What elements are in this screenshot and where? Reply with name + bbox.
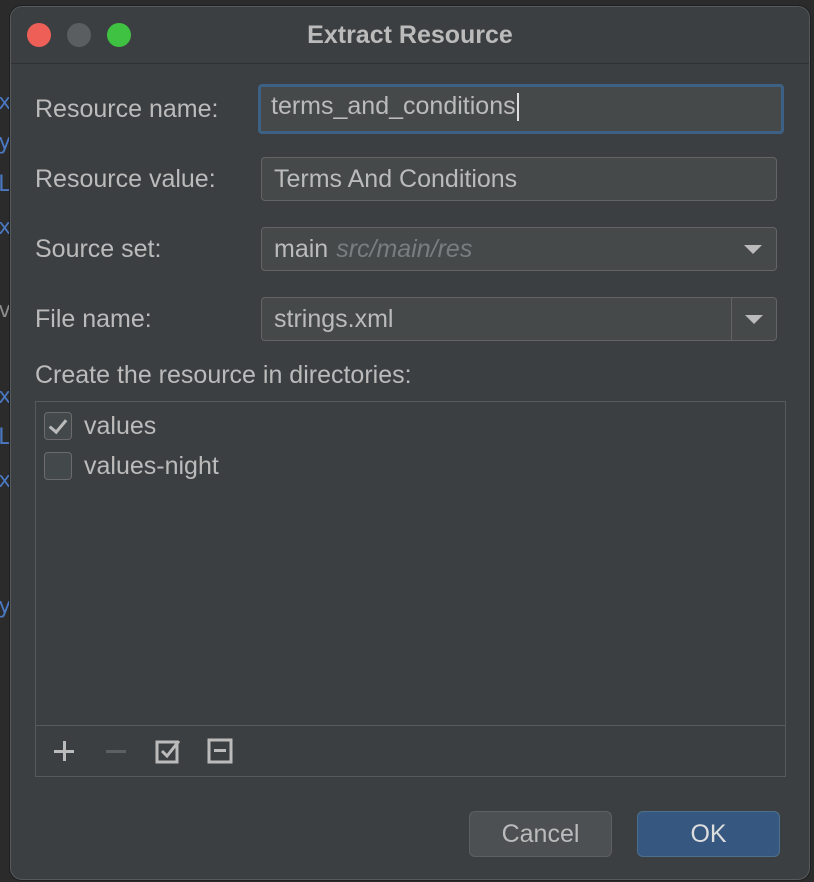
file-name-label: File name: — [35, 305, 152, 333]
resource-value-input[interactable]: Terms And Conditions — [261, 157, 777, 201]
unselect-all-icon[interactable] — [206, 737, 234, 765]
directories-list: values values-night — [35, 401, 786, 777]
resource-name-input[interactable]: terms_and_conditions — [258, 84, 784, 134]
source-set-path-hint: src/main/res — [336, 235, 473, 263]
values-night-checkbox[interactable] — [44, 452, 72, 480]
text-caret — [516, 93, 519, 122]
chevron-down-icon — [744, 245, 762, 254]
source-set-label: Source set: — [35, 235, 162, 263]
directories-label: Create the resource in directories: — [35, 361, 412, 389]
file-name-dropdown-button[interactable] — [731, 298, 776, 340]
directory-name: values — [84, 411, 157, 440]
chevron-down-icon — [745, 315, 763, 324]
select-all-icon[interactable] — [154, 737, 182, 765]
directory-name: values-night — [84, 451, 219, 480]
source-set-dropdown[interactable]: main src/main/res — [261, 227, 777, 271]
resource-name-label: Resource name: — [35, 95, 219, 123]
dialog-title: Extract Resource — [307, 21, 513, 49]
file-name-combobox[interactable]: strings.xml — [261, 297, 777, 341]
extract-resource-dialog: Extract Resource Resource name: terms_an… — [10, 6, 810, 880]
directory-item-values[interactable]: values — [44, 410, 156, 442]
directory-item-values-night[interactable]: values-night — [44, 450, 219, 482]
source-set-value: main — [274, 235, 329, 263]
values-checkbox[interactable] — [44, 412, 72, 440]
resource-value-label: Resource value: — [35, 165, 216, 193]
resource-name-value: terms_and_conditions — [271, 92, 516, 120]
cancel-button[interactable]: Cancel — [469, 811, 612, 857]
directories-toolbar — [36, 725, 785, 776]
ok-button[interactable]: OK — [637, 811, 780, 857]
add-icon[interactable] — [50, 737, 78, 765]
resource-value-value: Terms And Conditions — [274, 165, 518, 193]
file-name-value: strings.xml — [274, 305, 394, 333]
title-bar: Extract Resource — [11, 7, 809, 64]
remove-icon[interactable] — [102, 737, 130, 765]
